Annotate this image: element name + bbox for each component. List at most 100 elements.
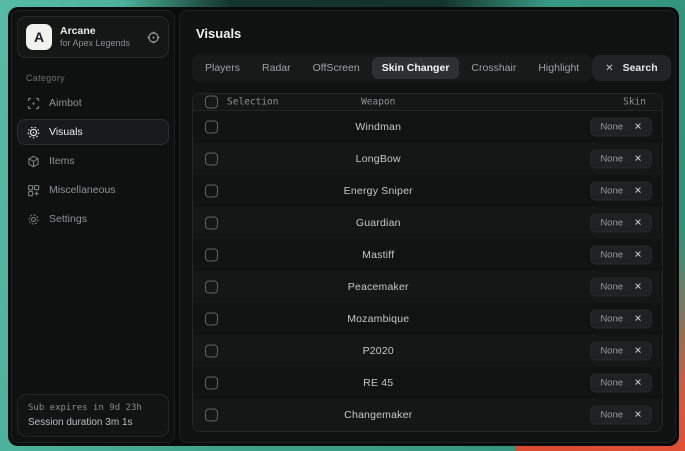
sidebar: A Arcane for Apex Legends Category <box>11 10 175 443</box>
profile-text: Arcane for Apex Legends <box>60 25 139 49</box>
tab-bar: Players Radar OffScreen Skin Changer Cro… <box>192 54 592 82</box>
weapon-column-header: Weapon <box>361 97 395 108</box>
gear-icon <box>27 213 40 226</box>
sidebar-item-miscellaneous[interactable]: Miscellaneous <box>17 177 169 203</box>
crosshair-icon <box>27 97 40 110</box>
sidebar-item-label: Miscellaneous <box>49 184 116 196</box>
table-row: Windman None ✕ <box>193 111 662 143</box>
tab-skin-changer[interactable]: Skin Changer <box>372 57 460 79</box>
skin-value: None <box>600 282 623 293</box>
skin-value: None <box>600 378 623 389</box>
row-checkbox[interactable] <box>205 281 218 294</box>
row-checkbox[interactable] <box>205 249 218 262</box>
clear-skin-icon[interactable]: ✕ <box>634 410 642 421</box>
skin-selector[interactable]: None ✕ <box>590 310 652 329</box>
avatar: A <box>26 24 52 50</box>
tab-radar[interactable]: Radar <box>252 57 301 79</box>
clear-skin-icon[interactable]: ✕ <box>634 154 642 165</box>
subscription-info: Sub expires in 9d 23h Session duration 3… <box>17 394 169 437</box>
clear-skin-icon[interactable]: ✕ <box>634 186 642 197</box>
skin-selector[interactable]: None ✕ <box>590 406 652 425</box>
skin-selector[interactable]: None ✕ <box>590 246 652 265</box>
app-subtitle: for Apex Legends <box>60 38 139 49</box>
weapon-name: RE 45 <box>363 377 393 389</box>
sub-expiry-text: Sub expires in 9d 23h <box>28 403 158 413</box>
table-header: Selection Weapon Skin <box>193 94 662 111</box>
skin-selector[interactable]: None ✕ <box>590 342 652 361</box>
profile-card: A Arcane for Apex Legends <box>17 16 169 58</box>
table-row: LongBow None ✕ <box>193 143 662 175</box>
main-panel: Visuals Players Radar OffScreen Skin Cha… <box>179 10 676 443</box>
search-icon: ✕ <box>605 63 613 74</box>
cube-icon <box>27 155 40 168</box>
tab-crosshair[interactable]: Crosshair <box>461 57 526 79</box>
app-title: Arcane <box>60 25 139 38</box>
sidebar-item-label: Settings <box>49 213 87 225</box>
weapon-name: Guardian <box>356 217 401 229</box>
search-button-label: Search <box>623 62 658 74</box>
sidebar-nav: Aimbot Visuals <box>17 90 169 232</box>
table-body: Windman None ✕ LongBow None ✕ Energy Sni… <box>193 111 662 431</box>
clear-skin-icon[interactable]: ✕ <box>634 250 642 261</box>
skin-value: None <box>600 122 623 133</box>
sidebar-item-items[interactable]: Items <box>17 148 169 174</box>
skin-selector[interactable]: None ✕ <box>590 214 652 233</box>
weapon-name: Mozambique <box>347 313 409 325</box>
row-checkbox[interactable] <box>205 185 218 198</box>
weapon-name: P2020 <box>363 345 394 357</box>
skin-value: None <box>600 314 623 325</box>
tab-offscreen[interactable]: OffScreen <box>303 57 370 79</box>
clear-skin-icon[interactable]: ✕ <box>634 218 642 229</box>
tab-highlight[interactable]: Highlight <box>528 57 589 79</box>
skin-selector[interactable]: None ✕ <box>590 374 652 393</box>
skin-column-header: Skin <box>623 97 646 108</box>
skin-value: None <box>600 186 623 197</box>
table-row: Peacemaker None ✕ <box>193 271 662 303</box>
clear-skin-icon[interactable]: ✕ <box>634 346 642 357</box>
skin-selector[interactable]: None ✕ <box>590 278 652 297</box>
weapon-name: Mastiff <box>362 249 394 261</box>
search-button[interactable]: ✕ Search <box>592 55 670 81</box>
weapon-name: Windman <box>355 121 401 133</box>
sidebar-item-aimbot[interactable]: Aimbot <box>17 90 169 116</box>
weapon-name: Peacemaker <box>348 281 409 293</box>
table-row: Changemaker None ✕ <box>193 399 662 431</box>
row-checkbox[interactable] <box>205 377 218 390</box>
clear-skin-icon[interactable]: ✕ <box>634 282 642 293</box>
row-checkbox[interactable] <box>205 409 218 422</box>
table-row: RE 45 None ✕ <box>193 367 662 399</box>
aperture-icon <box>27 126 40 139</box>
skin-value: None <box>600 346 623 357</box>
row-checkbox[interactable] <box>205 313 218 326</box>
table-row: Mastiff None ✕ <box>193 239 662 271</box>
clear-skin-icon[interactable]: ✕ <box>634 378 642 389</box>
sidebar-item-label: Visuals <box>49 126 83 138</box>
row-checkbox[interactable] <box>205 345 218 358</box>
clear-skin-icon[interactable]: ✕ <box>634 314 642 325</box>
tab-players[interactable]: Players <box>195 57 250 79</box>
table-row: Mozambique None ✕ <box>193 303 662 335</box>
sidebar-item-settings[interactable]: Settings <box>17 206 169 232</box>
sidebar-item-label: Items <box>49 155 75 167</box>
row-checkbox[interactable] <box>205 217 218 230</box>
table-row: P2020 None ✕ <box>193 335 662 367</box>
skin-value: None <box>600 410 623 421</box>
category-label: Category <box>26 73 163 83</box>
select-all-checkbox[interactable] <box>205 96 218 109</box>
table-row: Energy Sniper None ✕ <box>193 175 662 207</box>
skin-selector[interactable]: None ✕ <box>590 150 652 169</box>
skin-value: None <box>600 218 623 229</box>
weapon-name: Changemaker <box>344 409 412 421</box>
skin-value: None <box>600 154 623 165</box>
skin-selector[interactable]: None ✕ <box>590 182 652 201</box>
session-duration-text: Session duration 3m 1s <box>28 417 158 428</box>
selection-column-header: Selection <box>227 97 278 108</box>
sidebar-item-label: Aimbot <box>49 97 82 109</box>
row-checkbox[interactable] <box>205 153 218 166</box>
clear-skin-icon[interactable]: ✕ <box>634 122 642 133</box>
scope-icon[interactable] <box>147 31 160 44</box>
row-checkbox[interactable] <box>205 121 218 134</box>
skin-table: Selection Weapon Skin Windman None ✕ Lon… <box>192 93 663 432</box>
sidebar-item-visuals[interactable]: Visuals <box>17 119 169 145</box>
skin-selector[interactable]: None ✕ <box>590 118 652 137</box>
